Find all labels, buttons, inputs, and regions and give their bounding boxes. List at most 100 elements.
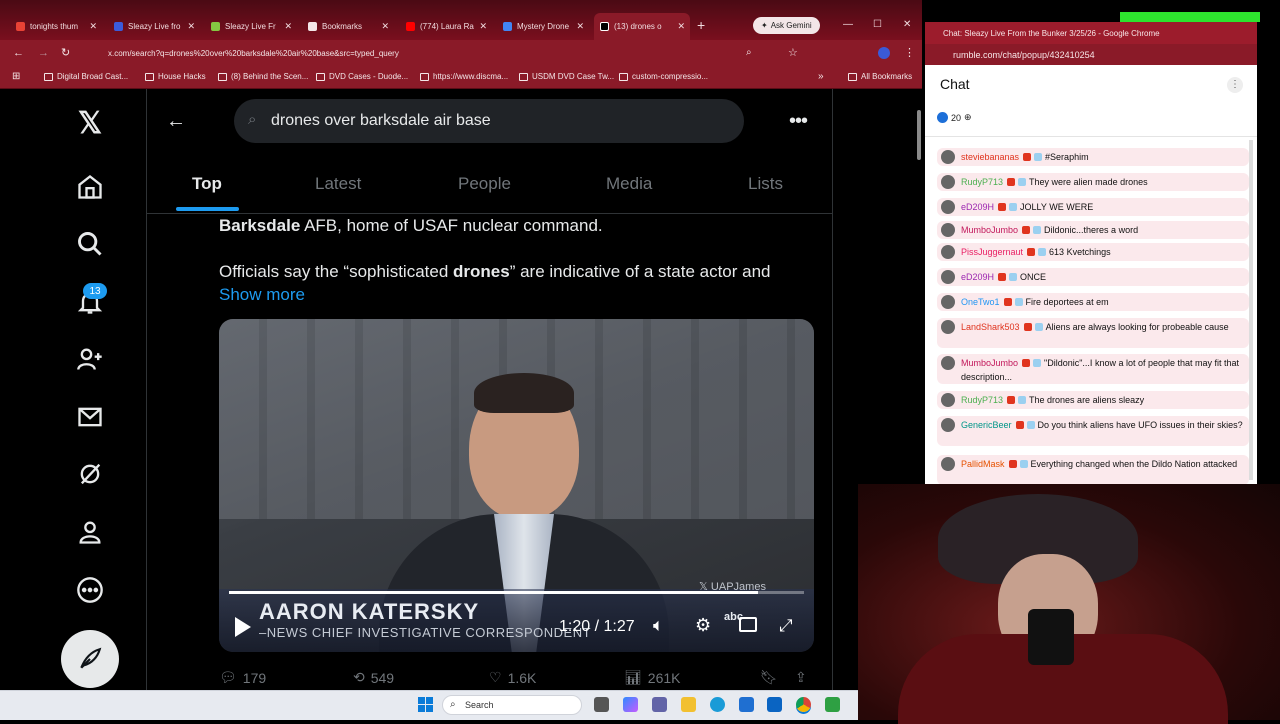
like-button[interactable]: ♡ 1.6K xyxy=(489,669,536,686)
search-tab-media[interactable]: Media xyxy=(606,174,652,194)
search-input[interactable]: ⌕ drones over barksdale air base xyxy=(234,99,744,143)
search-tab-people[interactable]: People xyxy=(458,174,511,194)
tab-close-icon[interactable]: ✕ xyxy=(284,21,292,32)
teams-icon[interactable] xyxy=(652,697,667,712)
chat-username[interactable]: RudyP713 xyxy=(961,177,1003,187)
edge-icon[interactable] xyxy=(710,697,725,712)
start-icon[interactable] xyxy=(418,697,433,712)
search-tab-latest[interactable]: Latest xyxy=(315,174,361,194)
bookmark-item[interactable]: (8) Behind the Scen... xyxy=(218,72,308,81)
minimize-icon[interactable]: — xyxy=(843,19,853,30)
ask-gemini-button[interactable]: ✦ Ask Gemini xyxy=(753,17,820,34)
user-avatar[interactable] xyxy=(941,320,955,334)
chat-username[interactable]: MumboJumbo xyxy=(961,225,1018,235)
mail-icon[interactable] xyxy=(767,697,782,712)
bookmark-star-icon[interactable]: ☆ xyxy=(788,46,798,59)
user-avatar[interactable] xyxy=(941,245,955,259)
home-icon[interactable] xyxy=(74,171,106,203)
pip-icon[interactable] xyxy=(739,617,757,632)
chat-menu-icon[interactable]: ⋮ xyxy=(1227,77,1243,93)
play-icon[interactable] xyxy=(235,617,251,637)
close-window-icon[interactable]: ✕ xyxy=(903,19,911,30)
browser-tab[interactable]: Bookmarks ✕ xyxy=(302,15,394,37)
menu-dots-icon[interactable]: ⋮ xyxy=(904,46,915,59)
bookmark-item[interactable]: House Hacks xyxy=(145,72,206,81)
user-avatar[interactable] xyxy=(941,457,955,471)
user-avatar[interactable] xyxy=(941,393,955,407)
show-more-link[interactable]: Show more xyxy=(219,285,305,305)
reload-icon[interactable]: ↻ xyxy=(61,46,70,59)
video-player[interactable]: 𝕏 UAPJames AARON KATERSKY –NEWS CHIEF IN… xyxy=(219,319,814,652)
chat-username[interactable]: LandShark503 xyxy=(961,322,1020,332)
tab-close-icon[interactable]: ✕ xyxy=(677,21,685,32)
grok-icon[interactable] xyxy=(74,458,106,490)
task-view-icon[interactable] xyxy=(594,697,609,712)
search-options-icon[interactable]: ••• xyxy=(789,110,808,133)
search-icon[interactable] xyxy=(74,228,106,260)
user-avatar[interactable] xyxy=(941,223,955,237)
settings-gear-icon[interactable]: ⚙ xyxy=(695,615,711,636)
views-button[interactable]: 📊︎ 261K xyxy=(624,669,680,686)
zoom-icon[interactable]: ⌕ xyxy=(746,47,752,58)
chat-username[interactable]: PallidMask xyxy=(961,459,1005,469)
back-icon[interactable]: ← xyxy=(13,47,24,59)
browser-tab[interactable]: Sleazy Live fro ✕ xyxy=(108,15,200,37)
user-avatar[interactable] xyxy=(941,356,955,370)
bookmark-button[interactable]: 🔖︎ xyxy=(760,669,778,686)
chat-username[interactable]: MumboJumbo xyxy=(961,358,1018,368)
back-arrow-icon[interactable]: ← xyxy=(166,110,186,133)
chat-username[interactable]: OneTwo1 xyxy=(961,297,1000,307)
user-avatar[interactable] xyxy=(941,200,955,214)
tab-close-icon[interactable]: ✕ xyxy=(576,21,584,32)
user-avatar[interactable] xyxy=(941,270,955,284)
all-bookmarks-button[interactable]: All Bookmarks xyxy=(848,72,912,81)
more-icon[interactable] xyxy=(74,574,106,606)
browser-tab[interactable]: (13) drones o ✕ xyxy=(594,13,690,40)
chat-username[interactable]: steviebananas xyxy=(961,152,1019,162)
messages-icon[interactable] xyxy=(74,401,106,433)
tab-close-icon[interactable]: ✕ xyxy=(187,21,195,32)
file-explorer-icon[interactable] xyxy=(681,697,696,712)
search-tab-lists[interactable]: Lists xyxy=(748,174,783,194)
bookmark-item[interactable]: USDM DVD Case Tw... xyxy=(519,72,614,81)
browser-tab[interactable]: (774) Laura Ra ✕ xyxy=(400,15,492,37)
user-avatar[interactable] xyxy=(941,175,955,189)
bookmark-item[interactable]: DVD Cases - Duode... xyxy=(316,72,408,81)
bookmark-item[interactable]: https://www.discma... xyxy=(420,72,508,81)
chat-url-field[interactable]: rumble.com/chat/popup/432410254 xyxy=(925,44,1257,65)
reply-button[interactable]: 💬︎ 179 xyxy=(219,669,266,686)
user-avatar[interactable] xyxy=(941,295,955,309)
chat-scrollbar[interactable] xyxy=(1249,140,1253,480)
copilot-icon[interactable] xyxy=(623,697,638,712)
bookmark-item[interactable]: Digital Broad Cast... xyxy=(44,72,128,81)
user-avatar[interactable] xyxy=(941,150,955,164)
video-progress-track[interactable] xyxy=(229,591,804,594)
search-tab-top[interactable]: Top xyxy=(192,174,222,194)
profile-avatar[interactable] xyxy=(878,47,890,59)
tab-close-icon[interactable]: ✕ xyxy=(381,21,389,32)
forward-icon[interactable]: → xyxy=(38,47,49,59)
browser-tab[interactable]: Mystery Drone ✕ xyxy=(497,15,589,37)
new-tab-button[interactable]: + xyxy=(697,17,705,33)
follow-icon[interactable] xyxy=(74,343,106,375)
chat-username[interactable]: eD209H xyxy=(961,202,994,212)
bookmark-item[interactable]: custom-compressio... xyxy=(619,72,708,81)
fullscreen-icon[interactable]: ⤢ xyxy=(779,616,793,636)
taskbar-search[interactable]: ⌕ Search xyxy=(442,695,582,715)
store-icon[interactable] xyxy=(739,697,754,712)
chat-username[interactable]: eD209H xyxy=(961,272,994,282)
bookmarks-overflow-icon[interactable]: » xyxy=(818,71,824,82)
x-logo-icon[interactable]: 𝕏 xyxy=(74,107,106,140)
chat-username[interactable]: GenericBeer xyxy=(961,420,1012,430)
obs-icon[interactable] xyxy=(825,697,840,712)
repost-button[interactable]: ⟲ 549 xyxy=(353,669,394,686)
chat-username[interactable]: PissJuggernaut xyxy=(961,247,1023,257)
apps-icon[interactable]: ⊞ xyxy=(12,71,20,82)
page-scrollbar[interactable] xyxy=(917,110,921,160)
browser-tab[interactable]: tonights thum ✕ xyxy=(10,15,102,37)
chrome-icon[interactable] xyxy=(796,697,811,712)
url-field[interactable]: x.com/search?q=drones%20over%20barksdale… xyxy=(80,44,780,63)
volume-icon[interactable]: 🔈︎ xyxy=(653,615,664,636)
share-button[interactable]: ⇪ xyxy=(795,669,807,686)
chat-username[interactable]: RudyP713 xyxy=(961,395,1003,405)
